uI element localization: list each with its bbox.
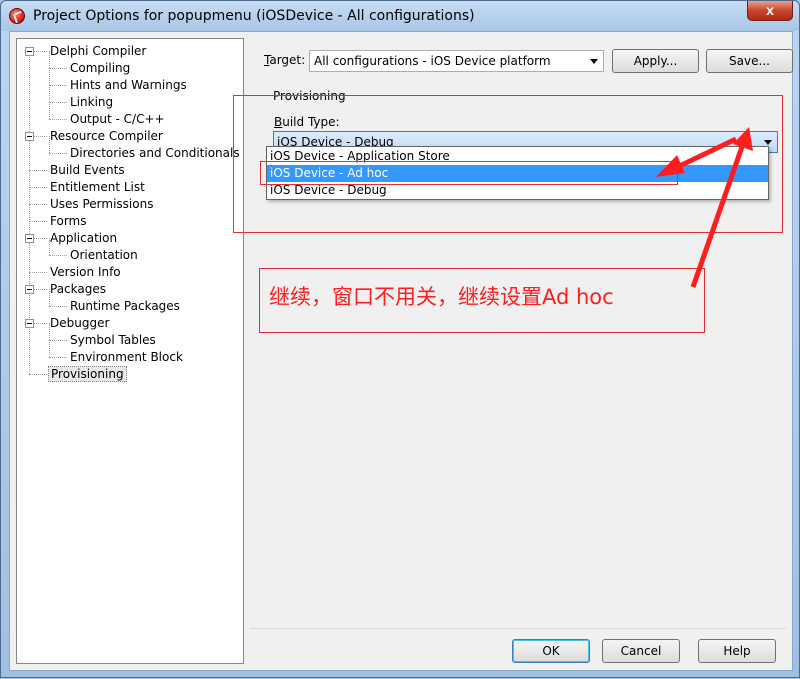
tree-item-packages[interactable]: Packages: [48, 281, 108, 297]
tree-branch-line: [49, 85, 67, 86]
tree-branch-line: [49, 340, 67, 341]
help-button[interactable]: Help: [698, 639, 776, 663]
tree-item-provisioning[interactable]: Provisioning: [48, 366, 127, 382]
bottom-separator: [250, 628, 786, 629]
tree-item-directories-and-conditionals[interactable]: Directories and Conditionals: [68, 145, 242, 161]
target-label: Target:: [264, 53, 306, 67]
tree-child-line: [49, 340, 50, 357]
tree-item-compiling[interactable]: Compiling: [68, 60, 132, 76]
options-tree[interactable]: Delphi Compiler Compiling Hints and Warnin…: [16, 38, 244, 664]
tree-item-build-events[interactable]: Build Events: [48, 162, 127, 178]
tree-branch-line: [49, 255, 67, 256]
tree-item-debugger[interactable]: Debugger: [48, 315, 111, 331]
title-bar[interactable]: Project Options for popupmenu (iOSDevice…: [1, 1, 799, 31]
delphi-app-icon: [9, 8, 25, 24]
tree-collapse-toggle-icon[interactable]: [25, 319, 34, 328]
tree-item-environment-block[interactable]: Environment Block: [68, 349, 185, 365]
tree-child-line: [49, 136, 50, 153]
tree-item-uses-permissions[interactable]: Uses Permissions: [48, 196, 155, 212]
tree-child-line: [49, 85, 50, 102]
apply-button[interactable]: Apply...: [612, 49, 699, 73]
tree-collapse-toggle-icon[interactable]: [25, 47, 34, 56]
tree-item-orientation[interactable]: Orientation: [68, 247, 140, 263]
annotation-text: 继续，窗口不用关，继续设置Ad hoc: [269, 285, 614, 309]
tree-item-entitlement-list[interactable]: Entitlement List: [48, 179, 147, 195]
tree-branch-line: [49, 102, 67, 103]
tree-child-line: [49, 68, 50, 85]
tree-branch-line: [29, 170, 47, 171]
save-button[interactable]: Save...: [706, 49, 793, 73]
annotation-box-ad-hoc: [260, 161, 678, 185]
tree-collapse-toggle-icon[interactable]: [25, 132, 34, 141]
tree-item-version-info[interactable]: Version Info: [48, 264, 123, 280]
tree-branch-line: [49, 153, 67, 154]
close-icon: x: [766, 2, 774, 18]
tree-branch-line: [49, 119, 67, 120]
tree-item-forms[interactable]: Forms: [48, 213, 88, 229]
ok-button[interactable]: OK: [512, 639, 590, 663]
tree-branch-line: [29, 374, 47, 375]
tree-child-line: [49, 238, 50, 255]
tree-branch-line: [29, 187, 47, 188]
tree-item-output-c-c[interactable]: Output - C/C++: [68, 111, 167, 127]
tree-child-line: [49, 102, 50, 119]
tree-collapse-toggle-icon[interactable]: [25, 285, 34, 294]
project-options-window: Project Options for popupmenu (iOSDevice…: [0, 0, 800, 678]
close-button[interactable]: x: [747, 1, 793, 21]
tree-item-hints-and-warnings[interactable]: Hints and Warnings: [68, 77, 189, 93]
tree-branch-line: [49, 68, 67, 69]
tree-item-symbol-tables[interactable]: Symbol Tables: [68, 332, 158, 348]
tree-item-runtime-packages[interactable]: Runtime Packages: [68, 298, 182, 314]
tree-child-line: [49, 323, 50, 340]
target-combobox-value: All configurations - iOS Device platform: [314, 54, 551, 68]
target-combobox[interactable]: All configurations - iOS Device platform: [309, 50, 604, 72]
window-title: Project Options for popupmenu (iOSDevice…: [33, 8, 475, 24]
chevron-down-icon[interactable]: [590, 59, 598, 64]
tree-item-resource-compiler[interactable]: Resource Compiler: [48, 128, 165, 144]
tree-collapse-toggle-icon[interactable]: [25, 234, 34, 243]
tree-branch-line: [29, 272, 47, 273]
tree-branch-line: [49, 357, 67, 358]
tree-child-line: [49, 51, 50, 68]
tree-item-application[interactable]: Application: [48, 230, 119, 246]
tree-branch-line: [49, 306, 67, 307]
tree-item-linking[interactable]: Linking: [68, 94, 115, 110]
tree-branch-line: [29, 204, 47, 205]
tree-branch-line: [29, 221, 47, 222]
cancel-button[interactable]: Cancel: [602, 639, 680, 663]
tree-item-delphi-compiler[interactable]: Delphi Compiler: [48, 43, 148, 59]
tree-child-line: [49, 289, 50, 306]
